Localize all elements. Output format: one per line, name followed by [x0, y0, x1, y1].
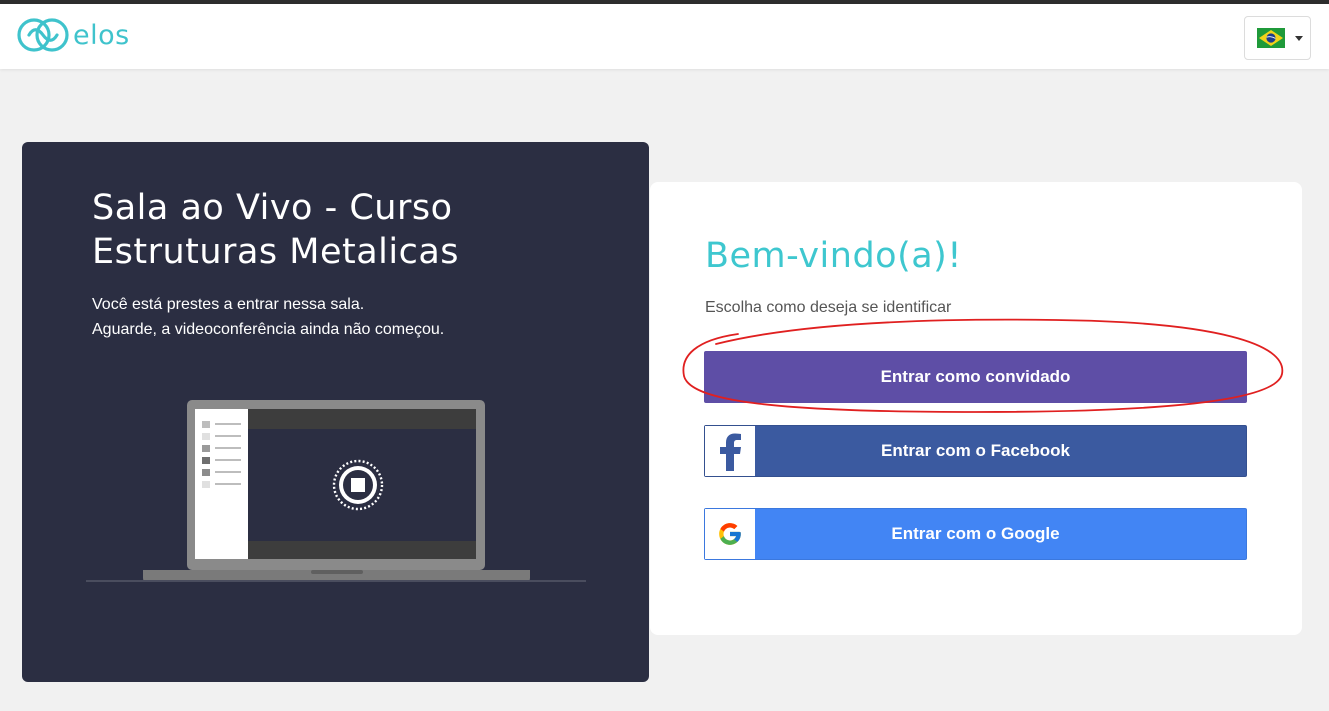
login-card: Bem-vindo(a)! Escolha como deseja se ide…: [650, 182, 1302, 635]
room-message-line-1: Você está prestes a entrar nessa sala.: [92, 296, 365, 313]
welcome-heading: Bem-vindo(a)!: [705, 236, 962, 276]
elos-logo-icon: [17, 18, 69, 52]
room-status-message: Você está prestes a entrar nessa sala. A…: [92, 292, 444, 342]
stop-icon: [332, 459, 384, 511]
chevron-down-icon: [1295, 35, 1303, 41]
identify-prompt: Escolha como deseja se identificar: [705, 299, 952, 316]
facebook-login-button[interactable]: Entrar com o Facebook: [704, 425, 1247, 477]
room-info-panel: Sala ao Vivo - Curso Estruturas Metalica…: [22, 142, 649, 682]
language-selector[interactable]: [1244, 16, 1311, 60]
logo-text: elos: [73, 19, 130, 51]
laptop-illustration: [86, 400, 586, 582]
room-title: Sala ao Vivo - Curso Estruturas Metalica…: [92, 188, 460, 272]
guest-login-button[interactable]: Entrar como convidado: [704, 351, 1247, 403]
facebook-login-label: Entrar com o Facebook: [881, 441, 1070, 460]
top-header: elos: [0, 4, 1329, 69]
brazil-flag-icon: [1257, 28, 1285, 48]
room-message-line-2: Aguarde, a videoconferência ainda não co…: [92, 321, 445, 338]
google-login-button[interactable]: Entrar com o Google: [704, 508, 1247, 560]
guest-login-label: Entrar como convidado: [880, 367, 1071, 386]
facebook-icon: [705, 426, 755, 476]
google-login-label: Entrar com o Google: [891, 524, 1060, 543]
elos-logo[interactable]: elos: [17, 18, 130, 52]
google-icon: [705, 509, 755, 559]
